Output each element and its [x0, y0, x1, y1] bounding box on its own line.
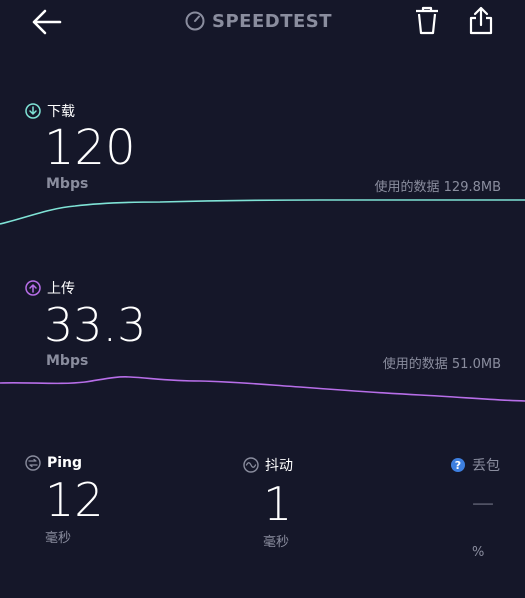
packet-loss-label: 丢包 — [472, 458, 500, 474]
download-label: 下载 — [47, 104, 75, 120]
ping-unit: 毫秒 — [45, 531, 72, 546]
jitter-stat: 抖动 1 毫秒 — [243, 455, 293, 550]
trash-icon — [416, 6, 438, 35]
download-header: 下载 — [25, 101, 75, 121]
upload-unit: Mbps — [46, 353, 89, 369]
ping-icon — [25, 455, 41, 471]
app-title: SPEEDTEST — [212, 10, 333, 32]
upload-header: 上传 — [25, 278, 75, 298]
upload-speed-value: 33.3 — [44, 298, 147, 352]
packet-loss-header[interactable]: ? 丢包 — [450, 455, 510, 475]
arrow-left-icon — [32, 9, 62, 35]
ping-header: Ping — [25, 455, 104, 471]
ping-stat: Ping 12 毫秒 — [25, 455, 104, 546]
packet-loss-value: — — [472, 491, 494, 516]
share-icon — [469, 6, 493, 35]
download-speed-value: 120 — [44, 120, 136, 176]
svg-text:?: ? — [455, 459, 461, 472]
top-bar: SPEEDTEST — [0, 0, 525, 44]
packet-loss-stat: ? 丢包 — % — [450, 455, 510, 560]
brand-logo: SPEEDTEST — [184, 8, 332, 34]
jitter-value: 1 — [263, 477, 293, 531]
upload-arrow-icon — [25, 280, 41, 296]
back-button[interactable] — [30, 6, 64, 38]
upload-graph — [0, 376, 525, 402]
upload-label: 上传 — [47, 281, 75, 297]
delete-button[interactable] — [413, 6, 441, 36]
gauge-icon — [185, 11, 205, 31]
share-button[interactable] — [468, 6, 494, 36]
jitter-label: 抖动 — [265, 458, 293, 474]
jitter-unit: 毫秒 — [263, 535, 290, 550]
help-icon: ? — [451, 458, 465, 472]
ping-value: 12 — [45, 473, 104, 527]
jitter-wave-icon — [243, 457, 259, 473]
download-arrow-icon — [25, 103, 41, 119]
download-graph — [0, 199, 525, 225]
packet-loss-unit: % — [472, 545, 485, 560]
jitter-header: 抖动 — [243, 455, 293, 475]
ping-label: Ping — [47, 455, 83, 471]
